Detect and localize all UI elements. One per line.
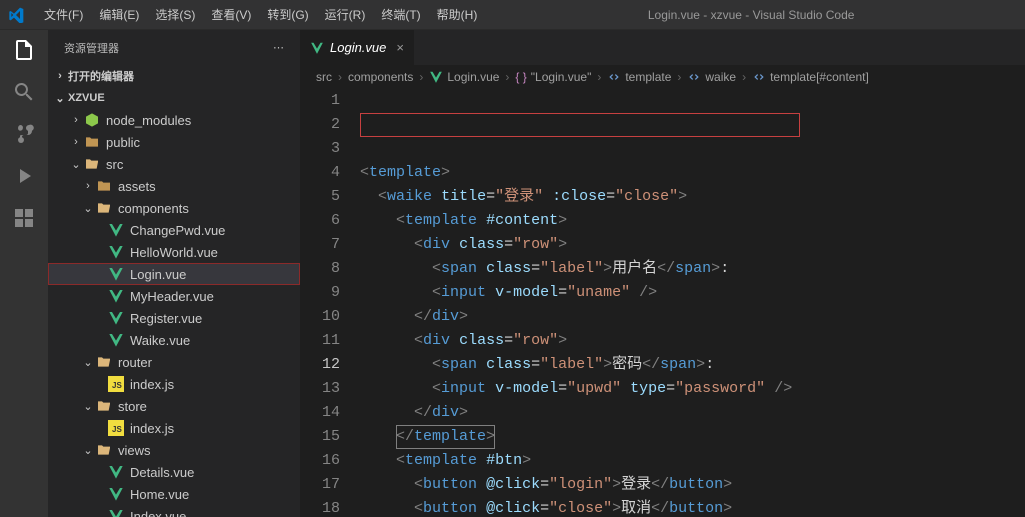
- chevron-icon: ⌄: [80, 356, 96, 369]
- chevron-icon: ›: [68, 114, 84, 126]
- menu-edit[interactable]: 编辑(E): [91, 0, 147, 30]
- tree-label: MyHeader.vue: [130, 289, 214, 304]
- highlight-box: [360, 113, 800, 137]
- tree-item-index-js[interactable]: JS index.js: [48, 373, 300, 395]
- chevron-icon: ⌄: [80, 400, 96, 413]
- tree-item-router[interactable]: ⌄ router: [48, 351, 300, 373]
- chevron-icon: ›: [68, 136, 84, 148]
- tree-label: assets: [118, 179, 156, 194]
- menu-bar: 文件(F) 编辑(E) 选择(S) 查看(V) 转到(G) 运行(R) 终端(T…: [36, 0, 485, 30]
- tree-item-helloworld-vue[interactable]: HelloWorld.vue: [48, 241, 300, 263]
- chevron-down-icon: ⌄: [52, 92, 68, 105]
- menu-terminal[interactable]: 终端(T): [373, 0, 428, 30]
- chevron-icon: ⌄: [80, 444, 96, 457]
- tree-item-views[interactable]: ⌄ views: [48, 439, 300, 461]
- tree-label: index.js: [130, 377, 174, 392]
- breadcrumb-item[interactable]: components: [348, 70, 413, 84]
- tree-label: node_modules: [106, 113, 191, 128]
- menu-go[interactable]: 转到(G): [259, 0, 316, 30]
- tree-label: components: [118, 201, 189, 216]
- tree-label: Index.vue: [130, 509, 186, 517]
- editor-tabs: Login.vue ×: [300, 30, 1025, 65]
- tree-item-node_modules[interactable]: › node_modules: [48, 109, 300, 131]
- explorer-icon[interactable]: [12, 38, 36, 62]
- open-editors-section[interactable]: › 打开的编辑器: [48, 65, 300, 87]
- chevron-icon: ›: [80, 180, 96, 192]
- debug-icon[interactable]: [12, 164, 36, 188]
- tree-label: Register.vue: [130, 311, 202, 326]
- editor-area: Login.vue × src›components›Login.vue›{ }…: [300, 30, 1025, 517]
- sidebar-title: 资源管理器 ⋯: [48, 30, 300, 65]
- menu-file[interactable]: 文件(F): [36, 0, 91, 30]
- tree-label: Home.vue: [130, 487, 189, 502]
- source-control-icon[interactable]: [12, 122, 36, 146]
- project-section[interactable]: ⌄ XZVUE: [48, 87, 300, 109]
- breadcrumb-item[interactable]: waike: [687, 70, 736, 84]
- tree-label: public: [106, 135, 140, 150]
- tree-label: Details.vue: [130, 465, 194, 480]
- tree-item-index-vue[interactable]: Index.vue: [48, 505, 300, 517]
- chevron-icon: ⌄: [68, 158, 84, 171]
- chevron-icon: ⌄: [80, 202, 96, 215]
- tree-label: store: [118, 399, 147, 414]
- breadcrumb-item[interactable]: template[#content]: [752, 70, 869, 84]
- tree-label: src: [106, 157, 123, 172]
- window-title: Login.vue - xzvue - Visual Studio Code: [485, 8, 1017, 22]
- tree-item-login-vue[interactable]: Login.vue: [48, 263, 300, 285]
- tree-label: Waike.vue: [130, 333, 190, 348]
- menu-help[interactable]: 帮助(H): [429, 0, 486, 30]
- tree-item-components[interactable]: ⌄ components: [48, 197, 300, 219]
- tree-label: Login.vue: [130, 267, 186, 282]
- breadcrumb-item[interactable]: template: [607, 70, 671, 84]
- breadcrumb-item[interactable]: src: [316, 70, 332, 84]
- breadcrumbs[interactable]: src›components›Login.vue›{ }"Login.vue"›…: [300, 65, 1025, 89]
- tree-item-store[interactable]: ⌄ store: [48, 395, 300, 417]
- tree-item-details-vue[interactable]: Details.vue: [48, 461, 300, 483]
- activity-bar: [0, 30, 48, 517]
- tree-label: index.js: [130, 421, 174, 436]
- menu-run[interactable]: 运行(R): [317, 0, 374, 30]
- tree-label: HelloWorld.vue: [130, 245, 218, 260]
- tab-login-vue[interactable]: Login.vue ×: [300, 30, 415, 65]
- tree-item-changepwd-vue[interactable]: ChangePwd.vue: [48, 219, 300, 241]
- svg-text:JS: JS: [112, 425, 122, 434]
- tab-label: Login.vue: [330, 40, 386, 55]
- sidebar: 资源管理器 ⋯ › 打开的编辑器 ⌄ XZVUE › node_modules › p…: [48, 30, 300, 517]
- file-tree: › node_modules › public ⌄ src › assets ⌄ componen…: [48, 109, 300, 517]
- tree-label: ChangePwd.vue: [130, 223, 225, 238]
- vscode-logo-icon: [8, 7, 24, 23]
- tree-item-waike-vue[interactable]: Waike.vue: [48, 329, 300, 351]
- code-content[interactable]: <template> <waike title="登录" :close="clo…: [360, 89, 1025, 517]
- tree-item-register-vue[interactable]: Register.vue: [48, 307, 300, 329]
- tree-item-assets[interactable]: › assets: [48, 175, 300, 197]
- breadcrumb-item[interactable]: { }"Login.vue": [515, 70, 591, 84]
- breadcrumb-item[interactable]: Login.vue: [429, 70, 499, 84]
- tree-label: views: [118, 443, 151, 458]
- line-gutter: 123456789101112131415161718: [300, 89, 360, 517]
- search-icon[interactable]: [12, 80, 36, 104]
- vue-file-icon: [310, 41, 324, 55]
- tree-item-myheader-vue[interactable]: MyHeader.vue: [48, 285, 300, 307]
- tree-item-index-js[interactable]: JS index.js: [48, 417, 300, 439]
- close-icon[interactable]: ×: [396, 40, 404, 55]
- menu-selection[interactable]: 选择(S): [147, 0, 203, 30]
- editor[interactable]: 123456789101112131415161718 <template> <…: [300, 89, 1025, 517]
- titlebar: 文件(F) 编辑(E) 选择(S) 查看(V) 转到(G) 运行(R) 终端(T…: [0, 0, 1025, 30]
- menu-view[interactable]: 查看(V): [203, 0, 259, 30]
- chevron-right-icon: ›: [52, 70, 68, 82]
- tree-item-home-vue[interactable]: Home.vue: [48, 483, 300, 505]
- more-icon[interactable]: ⋯: [273, 41, 284, 54]
- svg-text:JS: JS: [112, 381, 122, 390]
- tree-label: router: [118, 355, 152, 370]
- tree-item-src[interactable]: ⌄ src: [48, 153, 300, 175]
- extensions-icon[interactable]: [12, 206, 36, 230]
- tree-item-public[interactable]: › public: [48, 131, 300, 153]
